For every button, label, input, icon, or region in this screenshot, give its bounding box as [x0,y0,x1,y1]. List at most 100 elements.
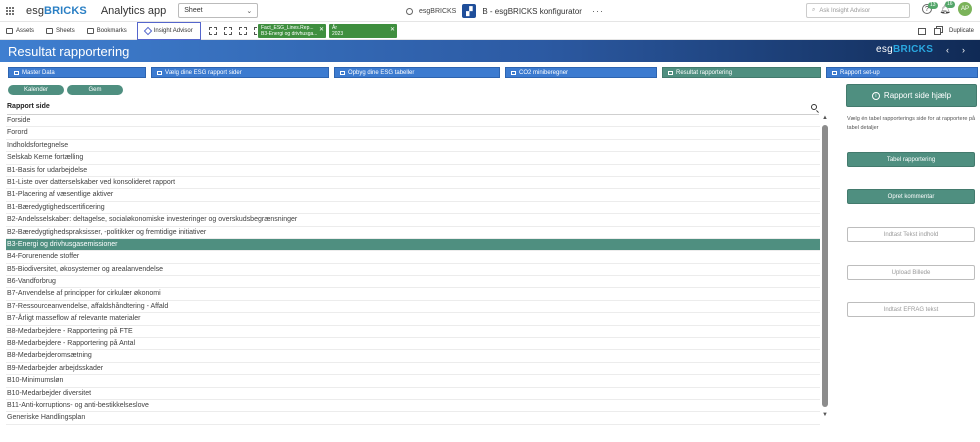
list-item[interactable]: B1-Basis for udarbejdelse [6,165,820,177]
insight-advisor-button[interactable]: Insight Advisor [136,21,201,40]
indtast-efrag-button[interactable]: Indtast EFRAG tekst [847,302,975,317]
filter-chip-report[interactable]: Fact_ESG_Lines.Rep... B3-Energi og drivh… [258,24,326,38]
upload-billede-button[interactable]: Upload Billede [847,265,975,280]
notification-badge: 16 [945,1,955,8]
list-item[interactable]: B8-Medarbejderomsætning [6,350,820,363]
info-icon: i [871,91,880,100]
duplicate-button[interactable]: Duplicate [949,28,974,34]
sheets-icon [46,27,54,34]
list-item[interactable]: B4-Forurenende stoffer [6,251,820,264]
list-item[interactable]: Forside [6,115,820,128]
step-back-icon[interactable] [223,26,232,35]
user-name: esgBRICKS [419,7,457,15]
sheets-button[interactable]: Sheets [40,22,81,40]
rapport-help-button[interactable]: i Rapport side hjælp [846,84,977,107]
help-icon[interactable]: ? 13 [922,2,938,14]
top-bar: esgBRICKS Analytics app Sheet ⌄ esgBRICK… [0,0,980,22]
apps-grid-icon[interactable] [6,6,14,15]
avatar[interactable]: AP [958,2,972,16]
list-item[interactable]: B11-Anti-korruptions- og anti-bestikkels… [6,400,820,413]
list-item[interactable]: B1-Placering af væsentlige aktiver [6,189,820,202]
list-item[interactable]: B1-Bæredygtighedscertificering [6,202,820,215]
calendar-button[interactable]: Kalender [8,85,64,95]
list-item[interactable]: B8-Medarbejdere - Rapportering på Antal [6,338,820,351]
rapport-help-label: Rapport side hjælp [883,91,952,100]
tab-icon [340,70,345,75]
esg-app-icon: ▞ [462,4,477,18]
step-forward-icon[interactable] [238,26,247,35]
app-root: esgBRICKS Analytics app Sheet ⌄ esgBRICK… [0,0,980,442]
filter-chip-year[interactable]: År 2023 ✕ [329,24,397,38]
nav-tab-label: CO2 miniberegner [519,69,569,76]
nav-tab-label: Opbyg dine ESG tabeller [348,69,415,76]
list-item[interactable]: Selskab Kerne fortælling [6,152,820,165]
save-button[interactable]: Gem [67,85,123,95]
bell-icon[interactable]: 🔔︎ 16 [939,1,955,14]
close-icon[interactable]: ✕ [319,27,324,33]
list-item[interactable]: B1-Liste over datterselskaber ved konsol… [6,177,820,190]
app-title: Analytics app [100,4,167,17]
ask-insight-input[interactable]: ⌕ Ask Insight Advisor [806,3,910,18]
list-item[interactable]: B10-Medarbejder diversitet [6,388,820,400]
selection-tools [208,26,262,35]
chevron-left-icon[interactable]: ‹ [946,45,949,55]
assets-button[interactable]: Assets [0,22,40,40]
nav-tab-label: Master Data [22,69,55,76]
opret-kommentar-button[interactable]: Opret kommentar [847,189,975,204]
tab-icon [157,70,162,75]
search-icon[interactable] [811,104,817,110]
ask-placeholder: Ask Insight Advisor [819,7,871,14]
list-item[interactable]: B10-Minimumsløn [6,375,820,388]
nav-tab-esg-tables[interactable]: Opbyg dine ESG tabeller [334,67,500,78]
nav-tab-co2[interactable]: CO2 miniberegner [505,67,657,78]
list-item[interactable]: Indholdsfortegnelse [6,140,820,153]
list-item[interactable]: Forord [6,127,820,140]
tabel-rapportering-button[interactable]: Tabel rapportering [847,152,975,167]
indtast-tekst-button[interactable]: Indtast Tekst indhold [847,227,975,242]
nav-tab-label: Resultat rapportering [676,69,733,76]
rapport-side-list: Forside Forord Indholdsfortegnelse Selskab … [6,115,820,442]
sheet-toolbar: Assets Sheets Bookmarks Insight Advisor … [0,21,980,40]
tab-icon [832,70,837,75]
list-scrollbar[interactable]: ▲ ▼ [821,115,829,421]
search-icon: ⌕ [812,7,816,13]
nav-tab-resultat[interactable]: Resultat rapportering [662,67,821,78]
more-icon[interactable]: ··· [592,6,604,16]
bookmarks-button[interactable]: Bookmarks [81,22,133,40]
bookmark-icon [86,27,94,34]
nav-tab-esg-pages[interactable]: Vælg dine ESG rapport sider [151,67,329,78]
assets-label: Assets [16,27,35,34]
scroll-up-icon[interactable]: ▲ [822,115,828,121]
list-item[interactable]: B2-Andelsselskaber: deltagelse, socialøk… [6,214,820,227]
nav-tab-label: Vælg dine ESG rapport sider [165,69,242,76]
nav-tab-label: Rapport set-up [840,69,880,76]
top-right-actions: ? 13 🔔︎ 16 AP [922,1,972,16]
print-icon[interactable] [917,27,926,35]
nav-tab-master-data[interactable]: Master Data [8,67,146,78]
scroll-down-icon[interactable]: ▼ [822,412,828,418]
assets-icon [6,27,13,34]
list-item[interactable]: B6-Vandforbrug [6,276,820,289]
band-logo: esgBRICKS [876,44,934,55]
close-icon[interactable]: ✕ [390,27,395,33]
list-item[interactable]: B7-Ressourceanvendelse, affaldshåndterin… [6,301,820,314]
tab-icon [511,70,516,75]
duplicate-icon [933,27,941,35]
list-item[interactable]: B9-Medarbejder arbejdsskader [6,363,820,376]
list-item[interactable]: B5-Biodiversitet, økosystemer og arealan… [6,264,820,277]
filter-chip-report-value: B3-Energi og drivhusga... [261,31,318,37]
list-item[interactable]: B7-Årligt masseflow af relevante materia… [6,313,820,326]
list-item[interactable]: B7-Anvendelse af principper for cirkulær… [6,288,820,301]
qlik-logo: esgBRICKS [26,4,87,17]
nav-tab-rapport-setup[interactable]: Rapport set-up [826,67,978,78]
tab-icon [668,70,673,75]
list-item[interactable]: B8-Medarbejdere - Rapportering på FTE [6,326,820,339]
chevron-right-icon[interactable]: › [962,45,965,55]
smart-search-icon[interactable] [208,26,217,35]
list-item[interactable]: B2-Bæredygtighedspraksisser, -politikker… [6,227,820,239]
list-header-label: Rapport side [7,103,50,110]
list-item[interactable]: B3-Energi og drivhusgasemissioner [6,238,820,252]
scroll-thumb[interactable] [822,125,828,407]
sheet-select[interactable]: Sheet ⌄ [178,3,259,18]
list-item[interactable]: Generiske Handlingsplan [6,412,820,425]
